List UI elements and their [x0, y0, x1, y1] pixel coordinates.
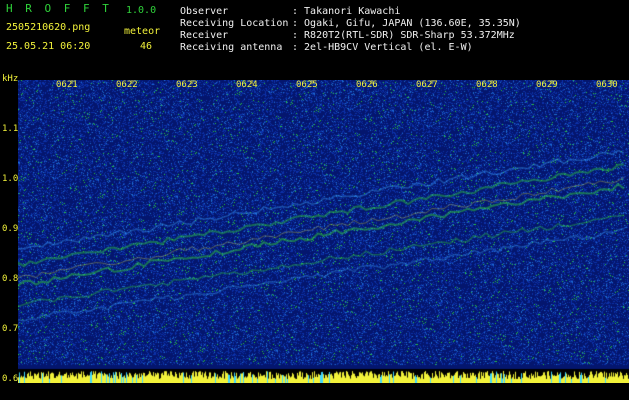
receiver-label: Receiver — [180, 30, 229, 41]
x-tick-label: 0628 — [476, 80, 498, 90]
y-axis: kHz — [0, 74, 18, 400]
x-tick-label: 0622 — [116, 80, 138, 90]
y-tick-label: 0.6 — [2, 374, 19, 384]
y-tick-label: 1.0 — [2, 174, 19, 184]
header-panel: H R O F F T 1.0.0 2505210620.png 25.05.2… — [0, 0, 629, 74]
meteor-label: meteor — [124, 26, 161, 37]
observer-label: Observer — [180, 6, 229, 17]
x-tick-label: 0629 — [536, 80, 558, 90]
antenna-value: : 2el-HB9CV Vertical (el. E-W) — [292, 42, 473, 53]
location-value: : Ogaki, Gifu, JAPAN (136.60E, 35.35N) — [292, 18, 521, 29]
x-tick-label: 0625 — [296, 80, 318, 90]
app-title: H R O F F T — [6, 2, 112, 15]
x-tick-label: 0621 — [56, 80, 78, 90]
meteor-count: 46 — [140, 41, 153, 52]
receiver-value: : R820T2(RTL-SDR) SDR-Sharp 53.372MHz — [292, 30, 515, 41]
observer-value: : Takanori Kawachi — [292, 6, 401, 17]
x-tick-label: 0626 — [356, 80, 378, 90]
file-name: 2505210620.png — [6, 22, 91, 33]
y-tick-label: 0.9 — [2, 224, 19, 234]
capture-datetime: 25.05.21 06:20 — [6, 41, 91, 52]
spectrogram — [18, 80, 629, 383]
y-tick-label: 1.1 — [2, 124, 19, 134]
x-tick-label: 0630 — [596, 80, 618, 90]
antenna-label: Receiving antenna — [180, 42, 283, 53]
x-tick-label: 0624 — [236, 80, 258, 90]
y-tick-label: 0.7 — [2, 324, 19, 334]
y-tick-label: 0.8 — [2, 274, 19, 284]
location-label: Receiving Location — [180, 18, 289, 29]
app-version: 1.0.0 — [126, 5, 157, 16]
y-axis-unit: kHz — [2, 74, 19, 84]
x-tick-label: 0627 — [416, 80, 438, 90]
x-tick-label: 0623 — [176, 80, 198, 90]
